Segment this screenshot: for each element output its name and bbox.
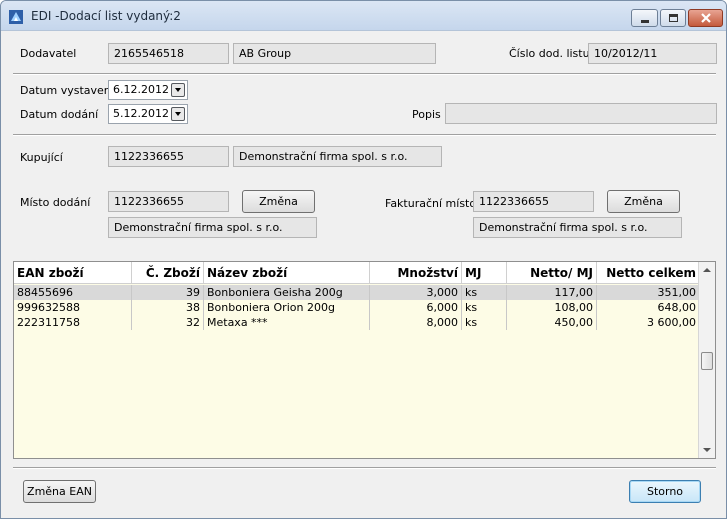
buyer-name-field: Demonstrační firma spol. s r.o. <box>233 146 442 167</box>
table-row[interactable]: 999632588 38 Bonboniera Orion 200g 6,000… <box>14 300 699 315</box>
cell-ean: 999632588 <box>14 300 132 315</box>
description-label: Popis <box>412 108 441 121</box>
window: EDI -Dodací list vydaný:2 Dodavatel 2165… <box>0 0 727 519</box>
invoice-place-label: Fakturační místo <box>385 197 477 210</box>
invoice-place-code-field: 1122336655 <box>473 191 594 212</box>
separator <box>13 73 716 75</box>
invoice-place-name-field: Demonstrační firma spol. s r.o. <box>473 217 682 238</box>
cell-quantity: 8,000 <box>370 315 462 330</box>
window-title: EDI -Dodací list vydaný:2 <box>31 9 181 23</box>
delivery-note-label: Číslo dod. listu <box>509 47 590 60</box>
issue-date-value: 6.12.2012 <box>113 83 169 96</box>
table-header: EAN zboží Č. Zboží Název zboží Množství … <box>14 262 699 284</box>
column-header-net-total[interactable]: Netto celkem <box>597 262 699 284</box>
cell-unit: ks <box>462 300 507 315</box>
column-header-item-number[interactable]: Č. Zboží <box>132 262 204 284</box>
minimize-icon <box>641 20 649 23</box>
column-header-quantity[interactable]: Množství <box>370 262 462 284</box>
table-row[interactable]: 88455696 39 Bonboniera Geisha 200g 3,000… <box>14 285 699 300</box>
delivery-date-value: 5.12.2012 <box>113 107 169 120</box>
separator <box>13 134 716 136</box>
supplier-name-field: AB Group <box>233 43 436 64</box>
cell-item-number: 32 <box>132 315 204 330</box>
buyer-label: Kupující <box>20 151 63 164</box>
cell-item-number: 38 <box>132 300 204 315</box>
invoice-place-change-button[interactable]: Změna <box>607 190 680 213</box>
change-ean-button[interactable]: Změna EAN <box>23 480 96 503</box>
issue-date-label: Datum vystavení <box>20 84 114 97</box>
delivery-date-field[interactable]: 5.12.2012 <box>108 104 188 124</box>
column-header-ean[interactable]: EAN zboží <box>14 262 132 284</box>
maximize-button[interactable] <box>660 9 686 27</box>
form-body: Dodavatel 2165546518 AB Group Číslo dod.… <box>8 33 721 512</box>
scroll-thumb[interactable] <box>701 352 713 370</box>
maximize-icon <box>669 14 678 22</box>
delivery-place-change-button[interactable]: Změna <box>242 190 315 213</box>
cancel-button[interactable]: Storno <box>629 480 701 503</box>
description-field[interactable] <box>445 103 717 124</box>
cell-ean: 88455696 <box>14 285 132 300</box>
close-button[interactable] <box>688 9 723 27</box>
supplier-label: Dodavatel <box>20 47 77 60</box>
title-bar[interactable]: EDI -Dodací list vydaný:2 <box>1 1 726 31</box>
delivery-place-label: Místo dodání <box>20 196 91 209</box>
cell-quantity: 3,000 <box>370 285 462 300</box>
cell-net-total: 648,00 <box>657 301 697 314</box>
delivery-note-number-field: 10/2012/11 <box>588 43 717 64</box>
close-icon <box>701 13 711 23</box>
table-row[interactable]: 222311758 32 Metaxa *** 8,000 ks 450,00 … <box>14 315 699 330</box>
cell-net-total: 3 600,00 <box>647 316 696 329</box>
calendar-dropdown-icon[interactable] <box>171 83 185 97</box>
buyer-code-field: 1122336655 <box>108 146 229 167</box>
scroll-down-icon[interactable] <box>703 448 711 452</box>
cell-unit: ks <box>462 315 507 330</box>
issue-date-field[interactable]: 6.12.2012 <box>108 80 188 100</box>
cell-quantity: 6,000 <box>370 300 462 315</box>
vertical-scrollbar[interactable] <box>698 262 715 458</box>
delivery-place-code-field: 1122336655 <box>108 191 229 212</box>
column-header-net-per-unit[interactable]: Netto/ MJ <box>507 262 597 284</box>
cell-net-per-unit: 450,00 <box>507 315 597 330</box>
items-table[interactable]: EAN zboží Č. Zboží Název zboží Množství … <box>13 261 716 459</box>
cell-item-name: Metaxa *** <box>204 315 370 330</box>
cell-item-name: Bonboniera Orion 200g <box>204 300 370 315</box>
minimize-button[interactable] <box>631 9 658 27</box>
supplier-code-field: 2165546518 <box>108 43 229 64</box>
separator <box>13 467 716 469</box>
delivery-date-label: Datum dodání <box>20 108 99 121</box>
app-icon <box>9 10 23 24</box>
cell-item-name: Bonboniera Geisha 200g <box>204 285 370 300</box>
scroll-up-icon[interactable] <box>703 268 711 272</box>
calendar-dropdown-icon[interactable] <box>171 107 185 121</box>
cell-net-total: 351,00 <box>657 286 697 299</box>
cell-item-number: 39 <box>132 285 204 300</box>
column-header-unit[interactable]: MJ <box>462 262 507 284</box>
column-header-item-name[interactable]: Název zboží <box>204 262 370 284</box>
cell-net-per-unit: 117,00 <box>507 285 597 300</box>
cell-net-per-unit: 108,00 <box>507 300 597 315</box>
delivery-place-name-field: Demonstrační firma spol. s r.o. <box>108 217 317 238</box>
cell-unit: ks <box>462 285 507 300</box>
cell-ean: 222311758 <box>14 315 132 330</box>
